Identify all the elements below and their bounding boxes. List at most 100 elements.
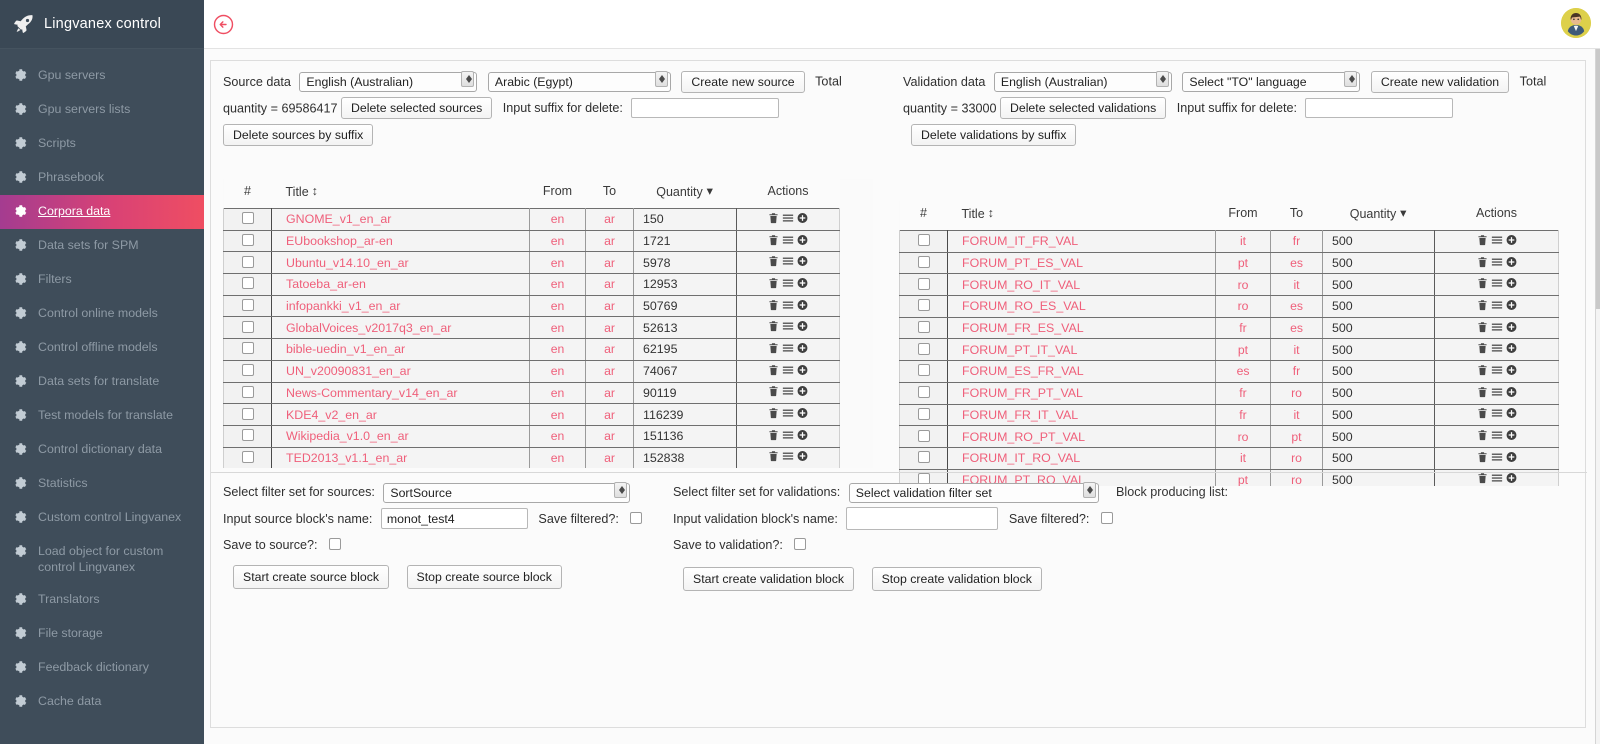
row-title-link[interactable]: FORUM_FR_ES_VAL (962, 321, 1084, 335)
stop-create-validation-block-button[interactable]: Stop create validation block (872, 567, 1042, 591)
trash-icon[interactable] (768, 385, 779, 397)
plus-circle-icon[interactable] (797, 407, 808, 419)
row-title-link[interactable]: GNOME_v1_en_ar (286, 212, 391, 226)
row-checkbox[interactable] (918, 299, 930, 311)
row-select-cell[interactable] (900, 404, 948, 426)
trash-icon[interactable] (768, 255, 779, 267)
list-lines-icon[interactable] (782, 364, 794, 376)
sidebar-item-test-models-for-translate[interactable]: Test models for translate (0, 399, 204, 433)
row-checkbox[interactable] (918, 256, 930, 268)
row-title-link[interactable]: EUbookshop_ar-en (286, 234, 393, 248)
list-lines-icon[interactable] (1491, 277, 1503, 289)
row-title-link[interactable]: News-Commentary_v14_en_ar (286, 386, 457, 400)
sidebar-item-statistics[interactable]: Statistics (0, 467, 204, 501)
trash-icon[interactable] (768, 299, 779, 311)
list-lines-icon[interactable] (1491, 299, 1503, 311)
create-new-source-button[interactable]: Create new source (681, 71, 804, 93)
plus-circle-icon[interactable] (797, 364, 808, 376)
row-select-cell[interactable] (224, 295, 272, 317)
validation-to-language-select[interactable]: Select "TO" language (1182, 72, 1360, 92)
row-checkbox[interactable] (242, 342, 254, 354)
sidebar-item-corpora-data[interactable]: Corpora data (0, 195, 204, 229)
sidebar-item-control-offline-models[interactable]: Control offline models (0, 331, 204, 365)
row-title-link[interactable]: FORUM_IT_FR_VAL (962, 234, 1078, 248)
stop-create-source-block-button[interactable]: Stop create source block (407, 565, 562, 589)
plus-circle-icon[interactable] (1506, 364, 1517, 376)
start-create-validation-block-button[interactable]: Start create validation block (683, 567, 854, 591)
list-lines-icon[interactable] (782, 299, 794, 311)
list-lines-icon[interactable] (1491, 407, 1503, 419)
validation-block-name-input[interactable] (846, 507, 998, 530)
row-select-cell[interactable] (224, 230, 272, 252)
sidebar-item-load-object-for-custom-control-lingvanex[interactable]: Load object for custom control Lingvanex (0, 535, 204, 583)
source-col-title[interactable]: Title↕ (272, 179, 530, 209)
row-checkbox[interactable] (918, 430, 930, 442)
row-select-cell[interactable] (900, 274, 948, 296)
source-block-name-input[interactable] (381, 508, 528, 529)
sidebar-item-control-dictionary-data[interactable]: Control dictionary data (0, 433, 204, 467)
row-select-cell[interactable] (224, 252, 272, 274)
table-row[interactable]: FORUM_RO_PT_VALropt500 (900, 426, 1559, 448)
row-select-cell[interactable] (900, 426, 948, 448)
list-lines-icon[interactable] (1491, 364, 1503, 376)
row-checkbox[interactable] (242, 451, 254, 463)
row-checkbox[interactable] (242, 321, 254, 333)
start-create-source-block-button[interactable]: Start create source block (233, 565, 389, 589)
validation-save-filtered-checkbox[interactable] (1101, 512, 1113, 524)
row-title-link[interactable]: TED2013_v1.1_en_ar (286, 451, 407, 465)
sidebar-item-cache-data[interactable]: Cache data (0, 685, 204, 719)
table-row[interactable]: FORUM_RO_ES_VALroes500 (900, 296, 1559, 318)
validation-col-title[interactable]: Title↕ (948, 201, 1216, 231)
list-lines-icon[interactable] (782, 277, 794, 289)
validation-suffix-input[interactable] (1305, 98, 1453, 118)
list-lines-icon[interactable] (1491, 321, 1503, 333)
trash-icon[interactable] (768, 429, 779, 441)
table-row[interactable]: bible-uedin_v1_en_arenar62195 (224, 339, 840, 361)
list-lines-icon[interactable] (782, 450, 794, 462)
row-checkbox[interactable] (242, 364, 254, 376)
list-lines-icon[interactable] (1491, 386, 1503, 398)
trash-icon[interactable] (1477, 342, 1488, 354)
user-avatar[interactable] (1561, 8, 1591, 38)
plus-circle-icon[interactable] (797, 429, 808, 441)
table-row[interactable]: Tatoeba_ar-enenar12953 (224, 274, 840, 296)
source-to-language-select[interactable]: Arabic (Egypt) (488, 72, 671, 92)
table-row[interactable]: FORUM_FR_IT_VALfrit500 (900, 404, 1559, 426)
row-title-link[interactable]: Wikipedia_v1.0_en_ar (286, 429, 409, 443)
list-lines-icon[interactable] (782, 385, 794, 397)
source-col-quantity[interactable]: Quantity▾ (634, 179, 737, 209)
trash-icon[interactable] (768, 277, 779, 289)
row-checkbox[interactable] (918, 451, 930, 463)
row-title-link[interactable]: FORUM_PT_ES_VAL (962, 256, 1083, 270)
plus-circle-icon[interactable] (797, 320, 808, 332)
table-row[interactable]: GNOME_v1_en_arenar150 (224, 209, 840, 231)
trash-icon[interactable] (1477, 277, 1488, 289)
table-row[interactable]: EUbookshop_ar-enenar1721 (224, 230, 840, 252)
trash-icon[interactable] (1477, 407, 1488, 419)
plus-circle-icon[interactable] (797, 234, 808, 246)
row-select-cell[interactable] (224, 360, 272, 382)
row-title-link[interactable]: FORUM_IT_RO_VAL (962, 451, 1080, 465)
row-select-cell[interactable] (900, 231, 948, 253)
row-checkbox[interactable] (242, 386, 254, 398)
create-new-validation-button[interactable]: Create new validation (1371, 71, 1509, 93)
row-checkbox[interactable] (242, 299, 254, 311)
list-lines-icon[interactable] (782, 255, 794, 267)
row-title-link[interactable]: infopankki_v1_en_ar (286, 299, 400, 313)
row-checkbox[interactable] (918, 321, 930, 333)
table-row[interactable]: News-Commentary_v14_en_arenar90119 (224, 382, 840, 404)
delete-sources-by-suffix-button[interactable]: Delete sources by suffix (223, 124, 373, 146)
table-row[interactable]: Ubuntu_v14.10_en_arenar5978 (224, 252, 840, 274)
delete-selected-validations-button[interactable]: Delete selected validations (1000, 97, 1166, 119)
source-suffix-input[interactable] (631, 98, 779, 118)
table-row[interactable]: FORUM_IT_FR_VALitfr500 (900, 231, 1559, 253)
sidebar-item-gpu-servers-lists[interactable]: Gpu servers lists (0, 93, 204, 127)
row-title-link[interactable]: FORUM_RO_IT_VAL (962, 278, 1080, 292)
trash-icon[interactable] (1477, 451, 1488, 463)
plus-circle-icon[interactable] (797, 385, 808, 397)
trash-icon[interactable] (1477, 299, 1488, 311)
validation-col-quantity[interactable]: Quantity▾ (1323, 201, 1435, 231)
row-checkbox[interactable] (242, 429, 254, 441)
sidebar-item-gpu-servers[interactable]: Gpu servers (0, 59, 204, 93)
table-row[interactable]: FORUM_FR_PT_VALfrro500 (900, 382, 1559, 404)
